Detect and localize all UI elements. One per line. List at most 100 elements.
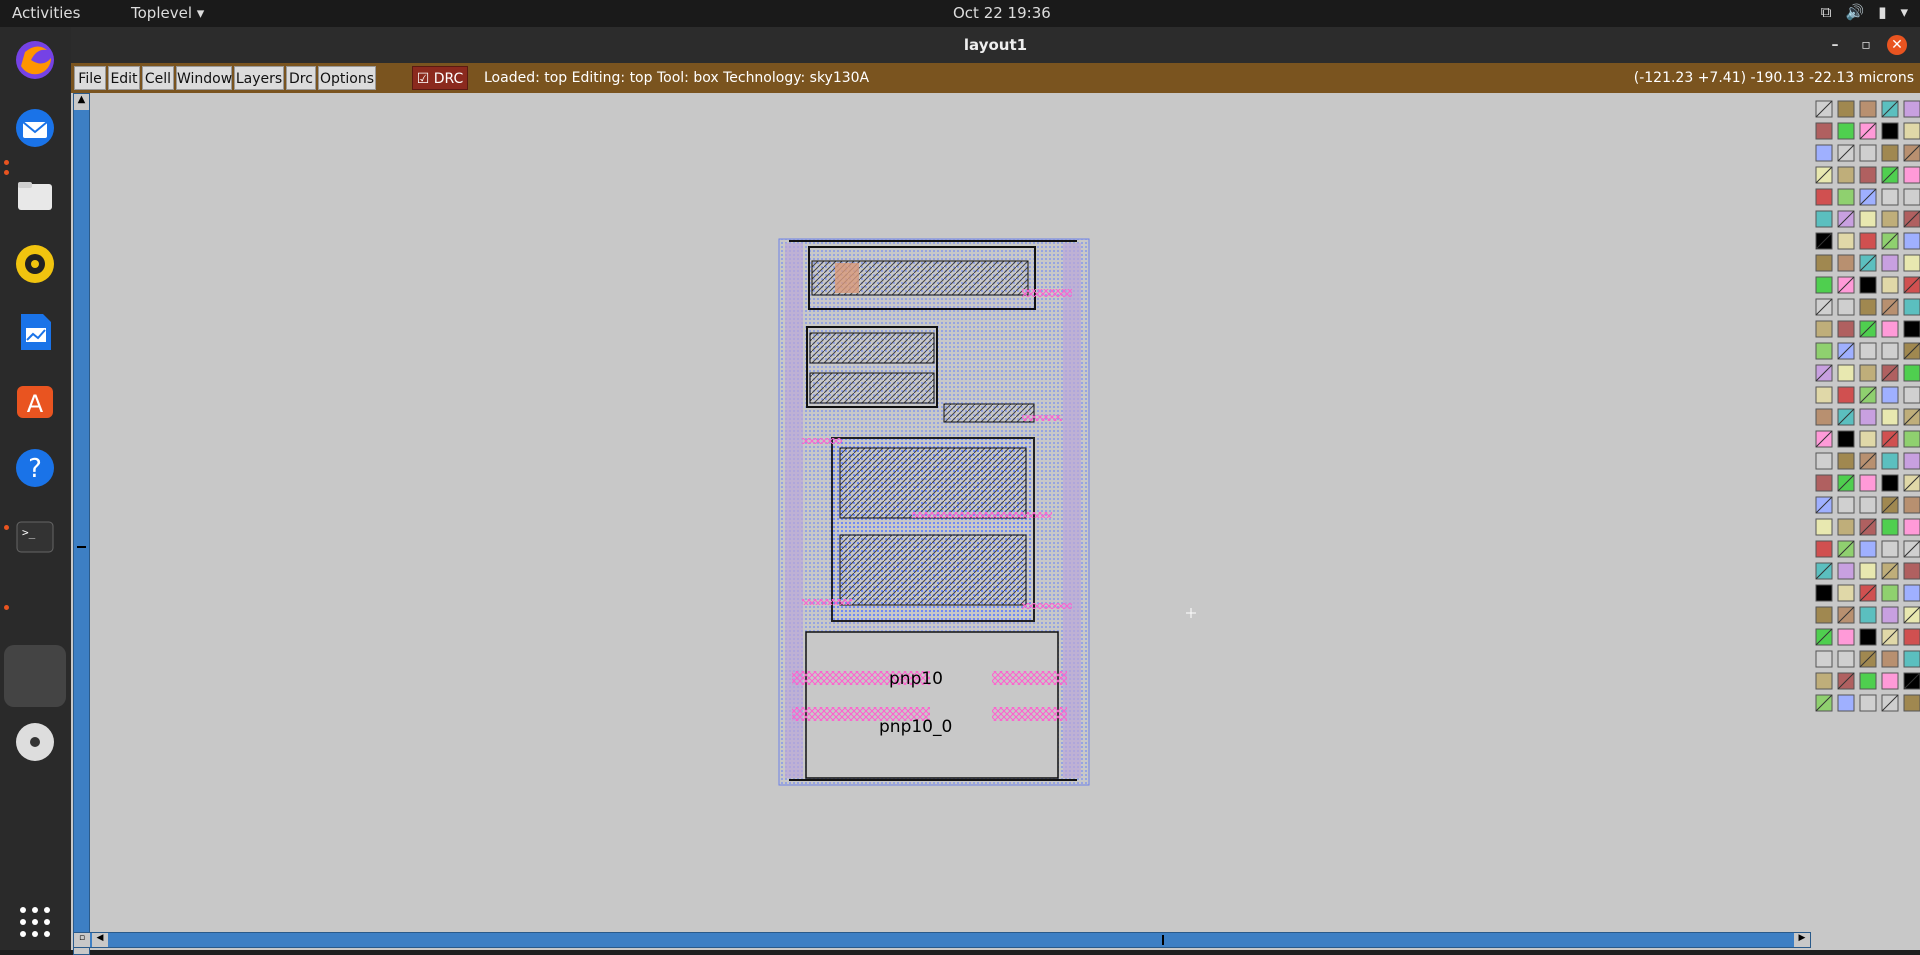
layer-swatch[interactable] [1903, 452, 1920, 470]
help-icon[interactable]: ? [10, 443, 60, 493]
rhythmbox-icon[interactable] [10, 239, 60, 289]
layer-swatch[interactable] [1859, 232, 1877, 250]
scroll-thumb[interactable] [1162, 935, 1164, 945]
firefox-icon[interactable] [10, 35, 60, 85]
layer-swatch[interactable] [1881, 408, 1899, 426]
layer-swatch[interactable] [1815, 584, 1833, 602]
layer-swatch[interactable] [1881, 122, 1899, 140]
layer-swatch[interactable] [1903, 232, 1920, 250]
layer-swatch[interactable] [1881, 672, 1899, 690]
menu-edit[interactable]: Edit [108, 66, 140, 90]
window-titlebar[interactable]: layout1 – ▫ ✕ [71, 27, 1920, 63]
layer-swatch[interactable] [1815, 342, 1833, 360]
horizontal-scrollbar[interactable]: ▫ ◀ ▶ [73, 932, 1811, 948]
layer-swatch[interactable] [1815, 408, 1833, 426]
layer-swatch[interactable] [1903, 430, 1920, 448]
terminal-icon[interactable]: >_ [10, 511, 60, 561]
layer-swatches[interactable] [1812, 93, 1920, 713]
layer-swatch[interactable] [1903, 694, 1920, 712]
layer-swatch[interactable] [1859, 496, 1877, 514]
layer-swatch[interactable] [1903, 254, 1920, 272]
layer-swatch[interactable] [1859, 342, 1877, 360]
clock[interactable]: Oct 22 19:36 [953, 4, 1051, 22]
menu-cell[interactable]: Cell [142, 66, 174, 90]
layer-swatch[interactable] [1815, 144, 1833, 162]
layer-swatch[interactable] [1881, 320, 1899, 338]
layer-swatch[interactable] [1903, 386, 1920, 404]
layer-swatch[interactable] [1815, 650, 1833, 668]
layer-swatch[interactable] [1837, 122, 1855, 140]
layer-swatch[interactable] [1903, 628, 1920, 646]
layer-swatch[interactable] [1903, 364, 1920, 382]
layer-swatch[interactable] [1903, 188, 1920, 206]
libreoffice-writer-icon[interactable] [10, 307, 60, 357]
layer-swatch[interactable] [1881, 606, 1899, 624]
layer-swatch[interactable] [1837, 584, 1855, 602]
layer-swatch[interactable] [1837, 518, 1855, 536]
layer-swatch[interactable] [1859, 606, 1877, 624]
layer-swatch[interactable] [1859, 298, 1877, 316]
menu-layers[interactable]: Layers [234, 66, 284, 90]
layer-swatch[interactable] [1903, 496, 1920, 514]
layer-swatch[interactable] [1881, 342, 1899, 360]
menu-window[interactable]: Window [176, 66, 232, 90]
layer-swatch[interactable] [1881, 386, 1899, 404]
layer-swatch[interactable] [1815, 276, 1833, 294]
layer-swatch[interactable] [1903, 518, 1920, 536]
layer-swatch[interactable] [1859, 694, 1877, 712]
layer-swatch[interactable] [1837, 562, 1855, 580]
layer-swatch[interactable] [1881, 144, 1899, 162]
layer-swatch[interactable] [1881, 210, 1899, 228]
disc-icon[interactable] [10, 717, 60, 767]
layer-swatch[interactable] [1859, 540, 1877, 558]
layer-swatch[interactable] [1881, 474, 1899, 492]
layer-swatch[interactable] [1815, 122, 1833, 140]
close-icon[interactable]: ✕ [1887, 35, 1907, 55]
layer-swatch[interactable] [1881, 276, 1899, 294]
menu-drc[interactable]: Drc [286, 66, 316, 90]
layer-swatch[interactable] [1881, 650, 1899, 668]
layer-swatch[interactable] [1903, 320, 1920, 338]
activities-button[interactable]: Activities [12, 4, 80, 22]
drc-toggle[interactable]: ☑ DRC [412, 66, 468, 90]
layer-swatch[interactable] [1815, 254, 1833, 272]
scroll-right-icon[interactable]: ▶ [1794, 933, 1810, 947]
layer-swatch[interactable] [1859, 430, 1877, 448]
layer-swatch[interactable] [1837, 496, 1855, 514]
layer-swatch[interactable] [1815, 672, 1833, 690]
layer-swatch[interactable] [1859, 474, 1877, 492]
layer-swatch[interactable] [1837, 628, 1855, 646]
menu-options[interactable]: Options [318, 66, 376, 90]
layer-swatch[interactable] [1815, 210, 1833, 228]
minimize-icon[interactable]: – [1825, 35, 1845, 55]
layer-swatch[interactable] [1815, 386, 1833, 404]
layer-swatch[interactable] [1881, 584, 1899, 602]
layer-swatch[interactable] [1837, 254, 1855, 272]
scroll-corner-icon[interactable]: ▫ [74, 933, 90, 947]
layer-swatch[interactable] [1903, 166, 1920, 184]
app-menu[interactable]: Toplevel ▾ [131, 4, 204, 22]
layer-swatch[interactable] [1837, 166, 1855, 184]
layer-swatch[interactable] [1881, 452, 1899, 470]
layer-swatch[interactable] [1837, 364, 1855, 382]
layer-swatch[interactable] [1859, 628, 1877, 646]
software-center-icon[interactable]: A [10, 375, 60, 425]
layer-swatch[interactable] [1815, 188, 1833, 206]
layer-swatch[interactable] [1903, 100, 1920, 118]
system-tray[interactable]: ⧉ 🔊 ▮ ▾ [1821, 3, 1908, 21]
layer-swatch[interactable] [1837, 694, 1855, 712]
layer-swatch[interactable] [1859, 562, 1877, 580]
layer-swatch[interactable] [1903, 650, 1920, 668]
thunderbird-icon[interactable] [10, 103, 60, 153]
scroll-left-icon[interactable]: ◀ [92, 933, 108, 947]
layer-swatch[interactable] [1837, 430, 1855, 448]
layer-swatch[interactable] [1837, 232, 1855, 250]
layer-swatch[interactable] [1903, 122, 1920, 140]
files-icon[interactable] [10, 171, 60, 221]
layer-swatch[interactable] [1837, 452, 1855, 470]
layer-swatch[interactable] [1815, 320, 1833, 338]
layer-swatch[interactable] [1859, 144, 1877, 162]
show-apps-icon[interactable] [10, 897, 60, 947]
layer-swatch[interactable] [1859, 100, 1877, 118]
layer-swatch[interactable] [1903, 298, 1920, 316]
